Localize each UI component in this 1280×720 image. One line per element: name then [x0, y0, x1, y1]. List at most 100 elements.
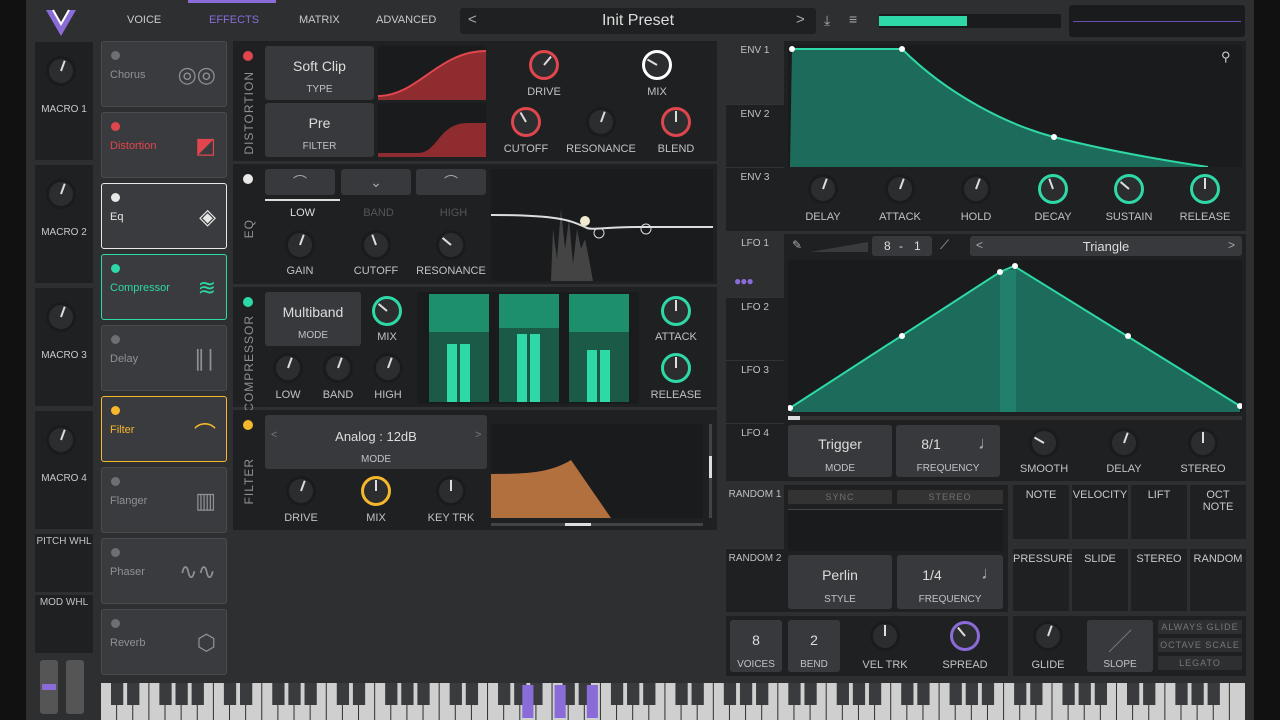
- lfo-frequency-selector[interactable]: 8/1 ♩ FREQUENCY: [896, 425, 1000, 477]
- black-key[interactable]: [627, 683, 640, 705]
- fx-slot-flanger[interactable]: Flanger ▥: [101, 467, 227, 533]
- fx-slot-compressor[interactable]: Compressor ≋: [101, 254, 227, 320]
- lfo-shape-selector[interactable]: < Triangle >: [970, 236, 1242, 256]
- black-key[interactable]: [965, 683, 978, 705]
- distortion-cutoff-knob[interactable]: [511, 107, 541, 137]
- macro-2-knob[interactable]: [46, 179, 76, 209]
- lfo-tab-2[interactable]: LFO 2: [726, 297, 784, 360]
- mod-source-velocity[interactable]: VELOCITY: [1072, 485, 1128, 539]
- black-key[interactable]: [756, 683, 769, 705]
- distortion-blend-knob[interactable]: [661, 107, 691, 137]
- black-key[interactable]: [901, 683, 914, 705]
- menu-icon[interactable]: ≡: [849, 11, 857, 27]
- fx-slot-delay[interactable]: Delay ∥∣: [101, 325, 227, 391]
- filter-mix-knob[interactable]: [361, 476, 391, 506]
- fx-power-phaser[interactable]: [111, 548, 120, 557]
- distortion-power[interactable]: [243, 51, 253, 61]
- black-key[interactable]: [1062, 683, 1075, 705]
- mod-source-random[interactable]: RANDOM: [1190, 549, 1246, 611]
- random-sync-toggle[interactable]: SYNC: [788, 490, 892, 504]
- black-key[interactable]: [1207, 683, 1220, 705]
- black-key[interactable]: [304, 683, 317, 705]
- spread-knob[interactable]: [950, 621, 980, 651]
- eq-band-low[interactable]: LOW: [265, 207, 340, 219]
- fx-slot-reverb[interactable]: Reverb ⬡: [101, 609, 227, 675]
- black-key[interactable]: [981, 683, 995, 705]
- black-key[interactable]: [1078, 683, 1091, 705]
- filter-response-graph[interactable]: [491, 424, 703, 518]
- env-decay-knob[interactable]: [1038, 174, 1068, 204]
- black-key[interactable]: [336, 683, 350, 705]
- black-key[interactable]: [110, 683, 124, 705]
- mod-wheel[interactable]: [66, 660, 84, 714]
- random-tab-2[interactable]: RANDOM 2: [726, 548, 784, 611]
- lfo-stereo-knob[interactable]: [1188, 428, 1218, 458]
- env-tab-1[interactable]: ENV 1: [726, 41, 784, 104]
- eq-cutoff-knob[interactable]: [361, 230, 391, 260]
- filter-scroll-bar[interactable]: [709, 424, 712, 518]
- black-key[interactable]: [1143, 683, 1156, 705]
- black-key[interactable]: [1030, 683, 1043, 705]
- env-hold-handle[interactable]: [899, 46, 905, 52]
- black-key[interactable]: [788, 683, 801, 705]
- fx-slot-eq[interactable]: Eq ◈: [101, 183, 227, 249]
- black-key[interactable]: [836, 683, 849, 705]
- env-delay-knob[interactable]: [808, 174, 838, 204]
- random-tab-1[interactable]: RANDOM 1: [726, 485, 784, 548]
- save-icon[interactable]: ⤓: [824, 12, 830, 29]
- legato-toggle[interactable]: LEGATO: [1158, 656, 1242, 670]
- black-key[interactable]: [175, 683, 188, 705]
- lfo-smooth-slider[interactable]: [810, 242, 868, 252]
- mod-source-oct-note[interactable]: OCT NOTE: [1190, 485, 1246, 539]
- black-key[interactable]: [127, 683, 140, 705]
- preset-selector[interactable]: < Init Preset >: [460, 8, 816, 34]
- fx-power-flanger[interactable]: [111, 477, 120, 486]
- fx-power-reverb[interactable]: [111, 619, 120, 628]
- lfo-delay-knob[interactable]: [1109, 428, 1139, 458]
- tab-matrix[interactable]: MATRIX: [299, 14, 340, 26]
- black-key[interactable]: [723, 683, 737, 705]
- distortion-mix-knob[interactable]: [642, 50, 672, 80]
- lfo-tab-4[interactable]: LFO 4: [726, 423, 784, 481]
- distortion-drive-knob[interactable]: [529, 50, 559, 80]
- filter-power[interactable]: [243, 420, 253, 430]
- pressed-key[interactable]: [586, 685, 598, 718]
- black-key[interactable]: [272, 683, 285, 705]
- compressor-high-knob[interactable]: [373, 353, 403, 383]
- compressor-attack-knob[interactable]: [661, 296, 691, 326]
- eq-high-shape-button[interactable]: ⌒: [416, 169, 486, 195]
- compressor-power[interactable]: [243, 297, 253, 307]
- fx-power-eq[interactable]: [111, 193, 120, 202]
- tab-effects[interactable]: EFFECTS: [209, 14, 259, 26]
- black-key[interactable]: [385, 683, 398, 705]
- black-key[interactable]: [1175, 683, 1188, 705]
- filter-blend-slider[interactable]: [491, 523, 703, 526]
- macro-4-knob[interactable]: [46, 425, 76, 455]
- black-key[interactable]: [675, 683, 688, 705]
- macro-1-knob[interactable]: [46, 56, 76, 86]
- black-key[interactable]: [417, 683, 430, 705]
- compressor-low-knob[interactable]: [273, 353, 303, 383]
- pressed-key[interactable]: [522, 685, 534, 718]
- lfo-smooth-knob[interactable]: [1029, 428, 1059, 458]
- black-key[interactable]: [288, 683, 301, 705]
- vel-trk-knob[interactable]: [870, 621, 900, 651]
- black-key[interactable]: [465, 683, 479, 705]
- env-sustain-knob[interactable]: [1114, 174, 1144, 204]
- fx-power-chorus[interactable]: [111, 51, 120, 60]
- distortion-resonance-knob[interactable]: [586, 107, 616, 137]
- chevron-right-icon[interactable]: >: [796, 11, 805, 28]
- always-glide-toggle[interactable]: ALWAYS GLIDE: [1158, 620, 1242, 634]
- octave-scale-toggle[interactable]: OCTAVE SCALE: [1158, 638, 1242, 652]
- random-style-selector[interactable]: Perlin STYLE: [788, 555, 892, 609]
- lfo-graph[interactable]: [788, 260, 1242, 412]
- lfo-tab-1[interactable]: LFO 1 ●●●: [726, 234, 784, 297]
- lfo-tab-3[interactable]: LFO 3: [726, 360, 784, 423]
- filter-drive-knob[interactable]: [286, 476, 316, 506]
- bend-field[interactable]: 2 BEND: [788, 620, 840, 672]
- black-key[interactable]: [691, 683, 704, 705]
- fx-power-compressor[interactable]: [111, 264, 120, 273]
- pressed-key[interactable]: [554, 685, 566, 718]
- env-decay-handle[interactable]: [1051, 134, 1057, 140]
- white-key[interactable]: [1229, 683, 1245, 720]
